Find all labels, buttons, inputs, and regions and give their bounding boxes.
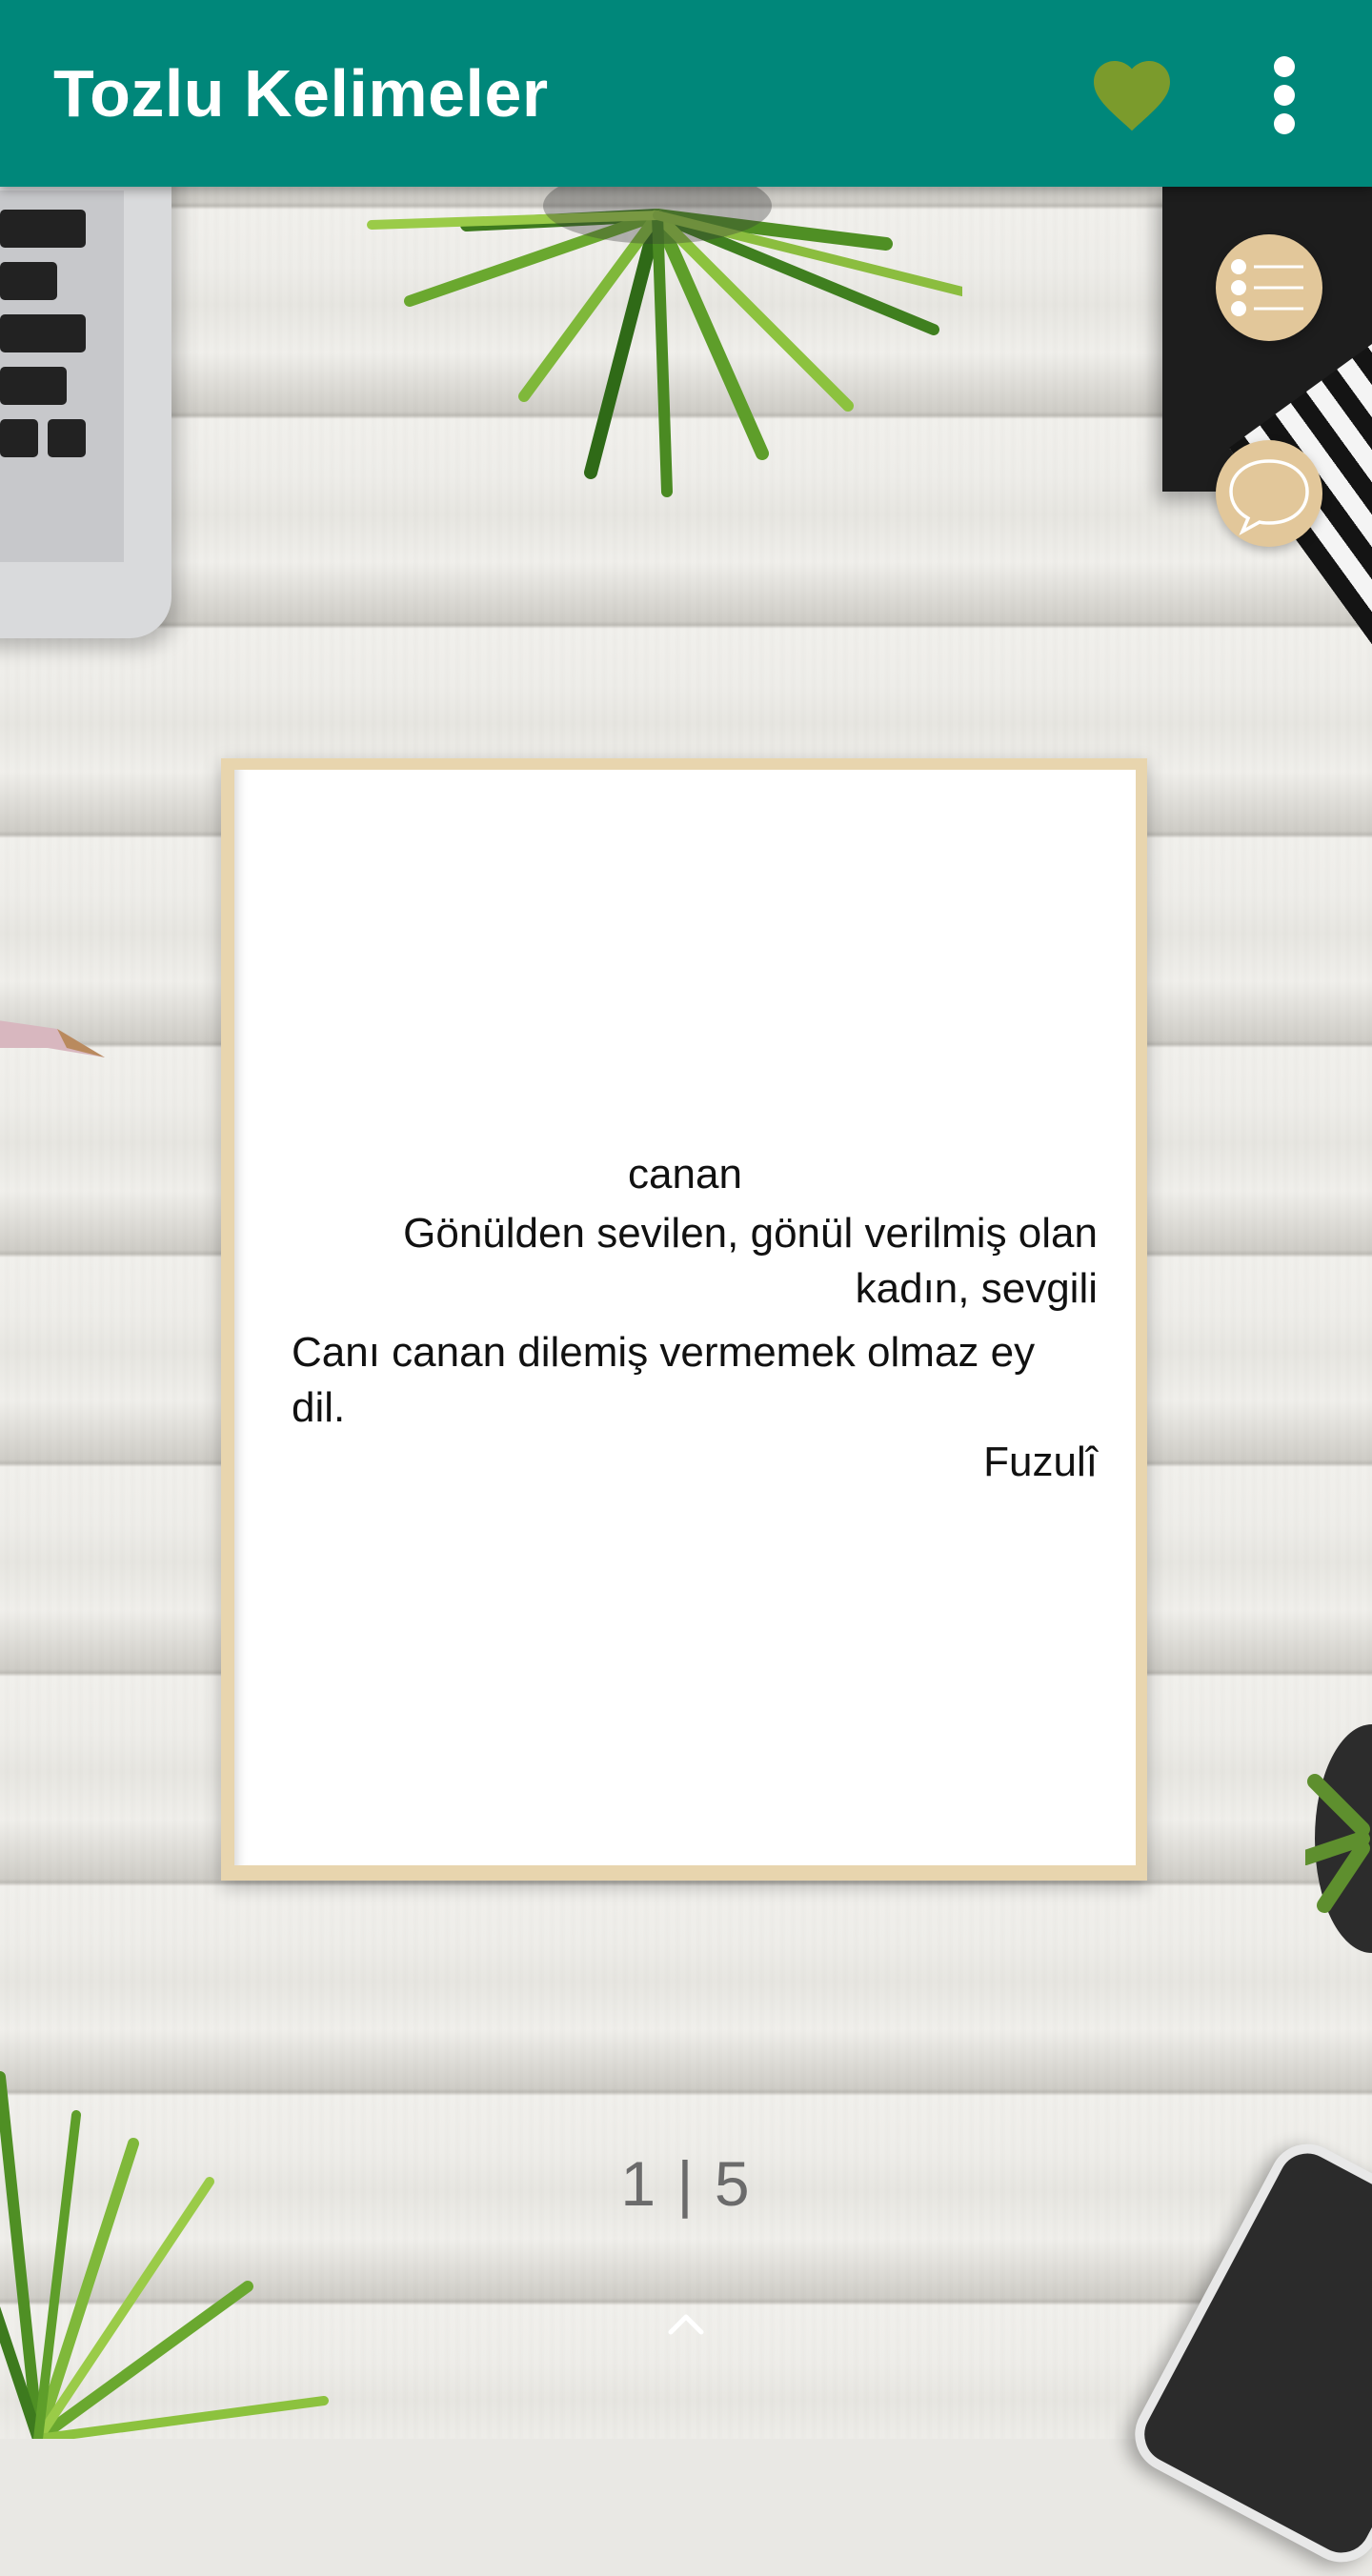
example-quote: Canı canan dilemiş vermemek olmaz ey dil… (292, 1329, 1036, 1431)
list-icon (1231, 259, 1303, 316)
laptop-keyboard (0, 191, 124, 562)
total-pages: 5 (714, 2148, 752, 2219)
chevron-up-icon (668, 2314, 704, 2335)
word-title: canan (628, 1151, 742, 1197)
overflow-menu-button[interactable] (1239, 46, 1330, 145)
comment-button[interactable] (1216, 440, 1322, 547)
app-title: Tozlu Kelimeler (53, 56, 549, 131)
current-page: 1 (620, 2148, 658, 2219)
word-definition: Gönülden sevilen, gönül verilmiş olan ka… (403, 1210, 1098, 1312)
word-card-frame: canan Gönülden sevilen, gönül verilmiş o… (221, 758, 1147, 1881)
quote-author: Fuzulî (983, 1439, 1098, 1485)
more-vert-icon (1274, 56, 1295, 134)
page-separator: | (676, 2148, 696, 2219)
word-list-button[interactable] (1216, 234, 1322, 341)
plant-decoration-bottom (0, 2071, 329, 2439)
pen-decoration (0, 1020, 105, 1057)
expand-button[interactable] (657, 2300, 715, 2347)
laptop-decoration (0, 152, 172, 638)
plant-decoration-right (1305, 1724, 1372, 1953)
heart-icon (1094, 61, 1170, 131)
chat-bubble-icon (1229, 459, 1309, 536)
word-card[interactable]: canan Gönülden sevilen, gönül verilmiş o… (234, 770, 1136, 1865)
app-bar: Tozlu Kelimeler (0, 0, 1372, 187)
page-indicator: 1 | 5 (0, 2147, 1372, 2220)
plant-decoration-top (367, 187, 962, 497)
favorite-button[interactable] (1086, 50, 1178, 141)
